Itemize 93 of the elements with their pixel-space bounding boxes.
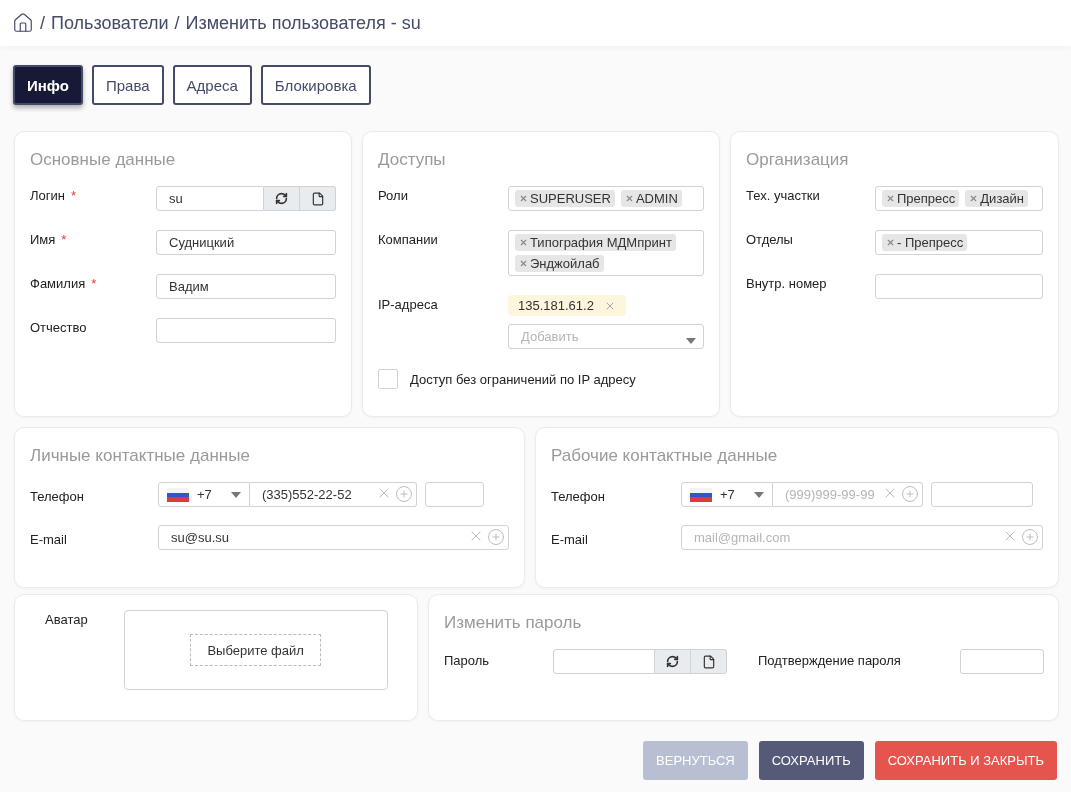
checkbox[interactable] — [378, 369, 398, 389]
login-field[interactable]: su — [156, 186, 264, 211]
copy-button[interactable] — [691, 649, 727, 674]
tag-chip[interactable]: Препресс — [882, 190, 960, 207]
add-icon[interactable] — [901, 485, 919, 503]
tag-field[interactable]: - Препресс — [875, 230, 1043, 255]
tag-chip[interactable]: Типография МДМпринт — [515, 234, 676, 251]
password-confirm-field[interactable] — [960, 649, 1044, 674]
country-code-select[interactable]: +7 — [681, 482, 773, 507]
remove-icon[interactable] — [519, 238, 528, 247]
remove-icon[interactable] — [519, 259, 528, 268]
add-icon[interactable] — [1021, 528, 1039, 546]
tab[interactable]: Права — [91, 65, 164, 105]
tab[interactable]: Инфо — [13, 65, 83, 105]
text-field[interactable]: Судницкий — [156, 230, 336, 255]
ip-chip[interactable]: 135.181.61.2 — [508, 295, 626, 316]
save-close-button[interactable]: СОХРАНИТЬ И ЗАКРЫТЬ — [874, 741, 1057, 780]
required-mark: * — [70, 188, 76, 203]
section-title: Организация — [746, 150, 850, 170]
field-label: Логин — [30, 187, 65, 203]
refresh-button[interactable] — [655, 649, 691, 674]
field-label: E-mail — [551, 531, 589, 547]
section-title: Изменить пароль — [444, 613, 583, 633]
remove-icon[interactable] — [886, 238, 895, 247]
choose-file-button[interactable]: Выберите файл — [190, 634, 321, 666]
section-title: Основные данные — [30, 150, 177, 170]
section-title: Доступы — [378, 150, 447, 170]
country-code-select[interactable]: +7 — [158, 482, 250, 507]
caret-icon — [754, 491, 764, 498]
phone-field[interactable]: (999)999-99-99 — [773, 482, 923, 507]
field-label: E-mail — [30, 531, 68, 547]
tag-chip[interactable]: Дизайн — [965, 190, 1028, 207]
text-field[interactable] — [156, 318, 336, 343]
tag-chip[interactable]: SUPERUSER — [515, 190, 615, 207]
refresh-icon — [275, 192, 288, 205]
section-title: Рабочие контактные данные — [551, 446, 779, 466]
text-field[interactable]: Вадим — [156, 274, 336, 299]
field-label: Роли — [378, 187, 408, 203]
field-label: Телефон — [30, 488, 85, 504]
tag-chip[interactable]: ADMIN — [620, 190, 682, 207]
email-field[interactable]: su@su.su — [158, 525, 509, 550]
file-icon — [701, 654, 716, 669]
refresh-button[interactable] — [264, 186, 300, 211]
add-icon[interactable] — [487, 528, 505, 546]
password-field[interactable] — [553, 649, 655, 674]
phone-field[interactable]: (335)552-22-52 — [250, 482, 417, 507]
remove-icon[interactable] — [969, 194, 979, 203]
extension-field[interactable] — [931, 482, 1033, 507]
section-title: Личные контактные данные — [30, 446, 251, 466]
add-select[interactable]: Добавить — [508, 324, 704, 349]
field-label: Отделы — [746, 231, 793, 247]
field-label: Компании — [378, 231, 438, 247]
home-icon[interactable] — [12, 12, 34, 34]
caret-icon — [686, 338, 696, 344]
tag-chip[interactable]: - Препресс — [882, 234, 968, 251]
add-icon[interactable] — [395, 485, 413, 503]
breadcrumb-link[interactable]: Пользователи — [51, 12, 169, 34]
required-mark: * — [61, 232, 67, 247]
breadcrumb-separator: / — [174, 12, 180, 34]
flag-icon — [167, 487, 189, 502]
tab[interactable]: Адреса — [172, 65, 252, 105]
copy-button[interactable] — [300, 186, 336, 211]
remove-icon[interactable] — [519, 194, 528, 203]
page-title: Изменить пользователя - su — [185, 12, 421, 34]
tag-field[interactable]: Препресс Дизайн — [875, 186, 1043, 211]
tag-chip[interactable]: Энджойлаб — [515, 255, 604, 272]
required-mark: * — [91, 276, 97, 291]
field-label: Имя — [30, 231, 56, 247]
email-field[interactable]: mail@gmail.com — [681, 525, 1043, 550]
remove-icon[interactable] — [886, 194, 895, 203]
field-label: Аватар — [45, 611, 88, 629]
field-label: Телефон — [551, 488, 606, 504]
field-label: Тех. участки — [746, 187, 820, 203]
tag-field[interactable]: Типография МДМпринт Энджойлаб — [508, 230, 704, 276]
breadcrumb-separator: / — [40, 12, 45, 34]
field-label: Подтверждение пароля — [758, 652, 902, 668]
flag-icon — [690, 487, 712, 502]
dropzone[interactable]: Выберите файл — [123, 610, 388, 690]
checkbox-label: Доступ без ограничений по IP адресу — [410, 371, 636, 387]
field-label: Пароль — [444, 652, 491, 668]
field-label: Отчество — [30, 319, 87, 335]
remove-icon[interactable] — [624, 194, 634, 203]
refresh-icon — [666, 655, 679, 668]
tag-field[interactable]: SUPERUSER ADMIN — [508, 186, 704, 211]
caret-icon — [231, 491, 241, 498]
text-field[interactable] — [875, 274, 1043, 299]
field-label: Фамилия — [30, 275, 86, 291]
field-label: Внутр. номер — [746, 275, 827, 291]
extension-field[interactable] — [425, 482, 484, 507]
tab[interactable]: Блокировка — [260, 65, 371, 105]
field-label: IP-адреса — [378, 296, 438, 312]
save-button[interactable]: СОХРАНИТЬ — [758, 741, 864, 780]
file-icon — [310, 191, 325, 206]
